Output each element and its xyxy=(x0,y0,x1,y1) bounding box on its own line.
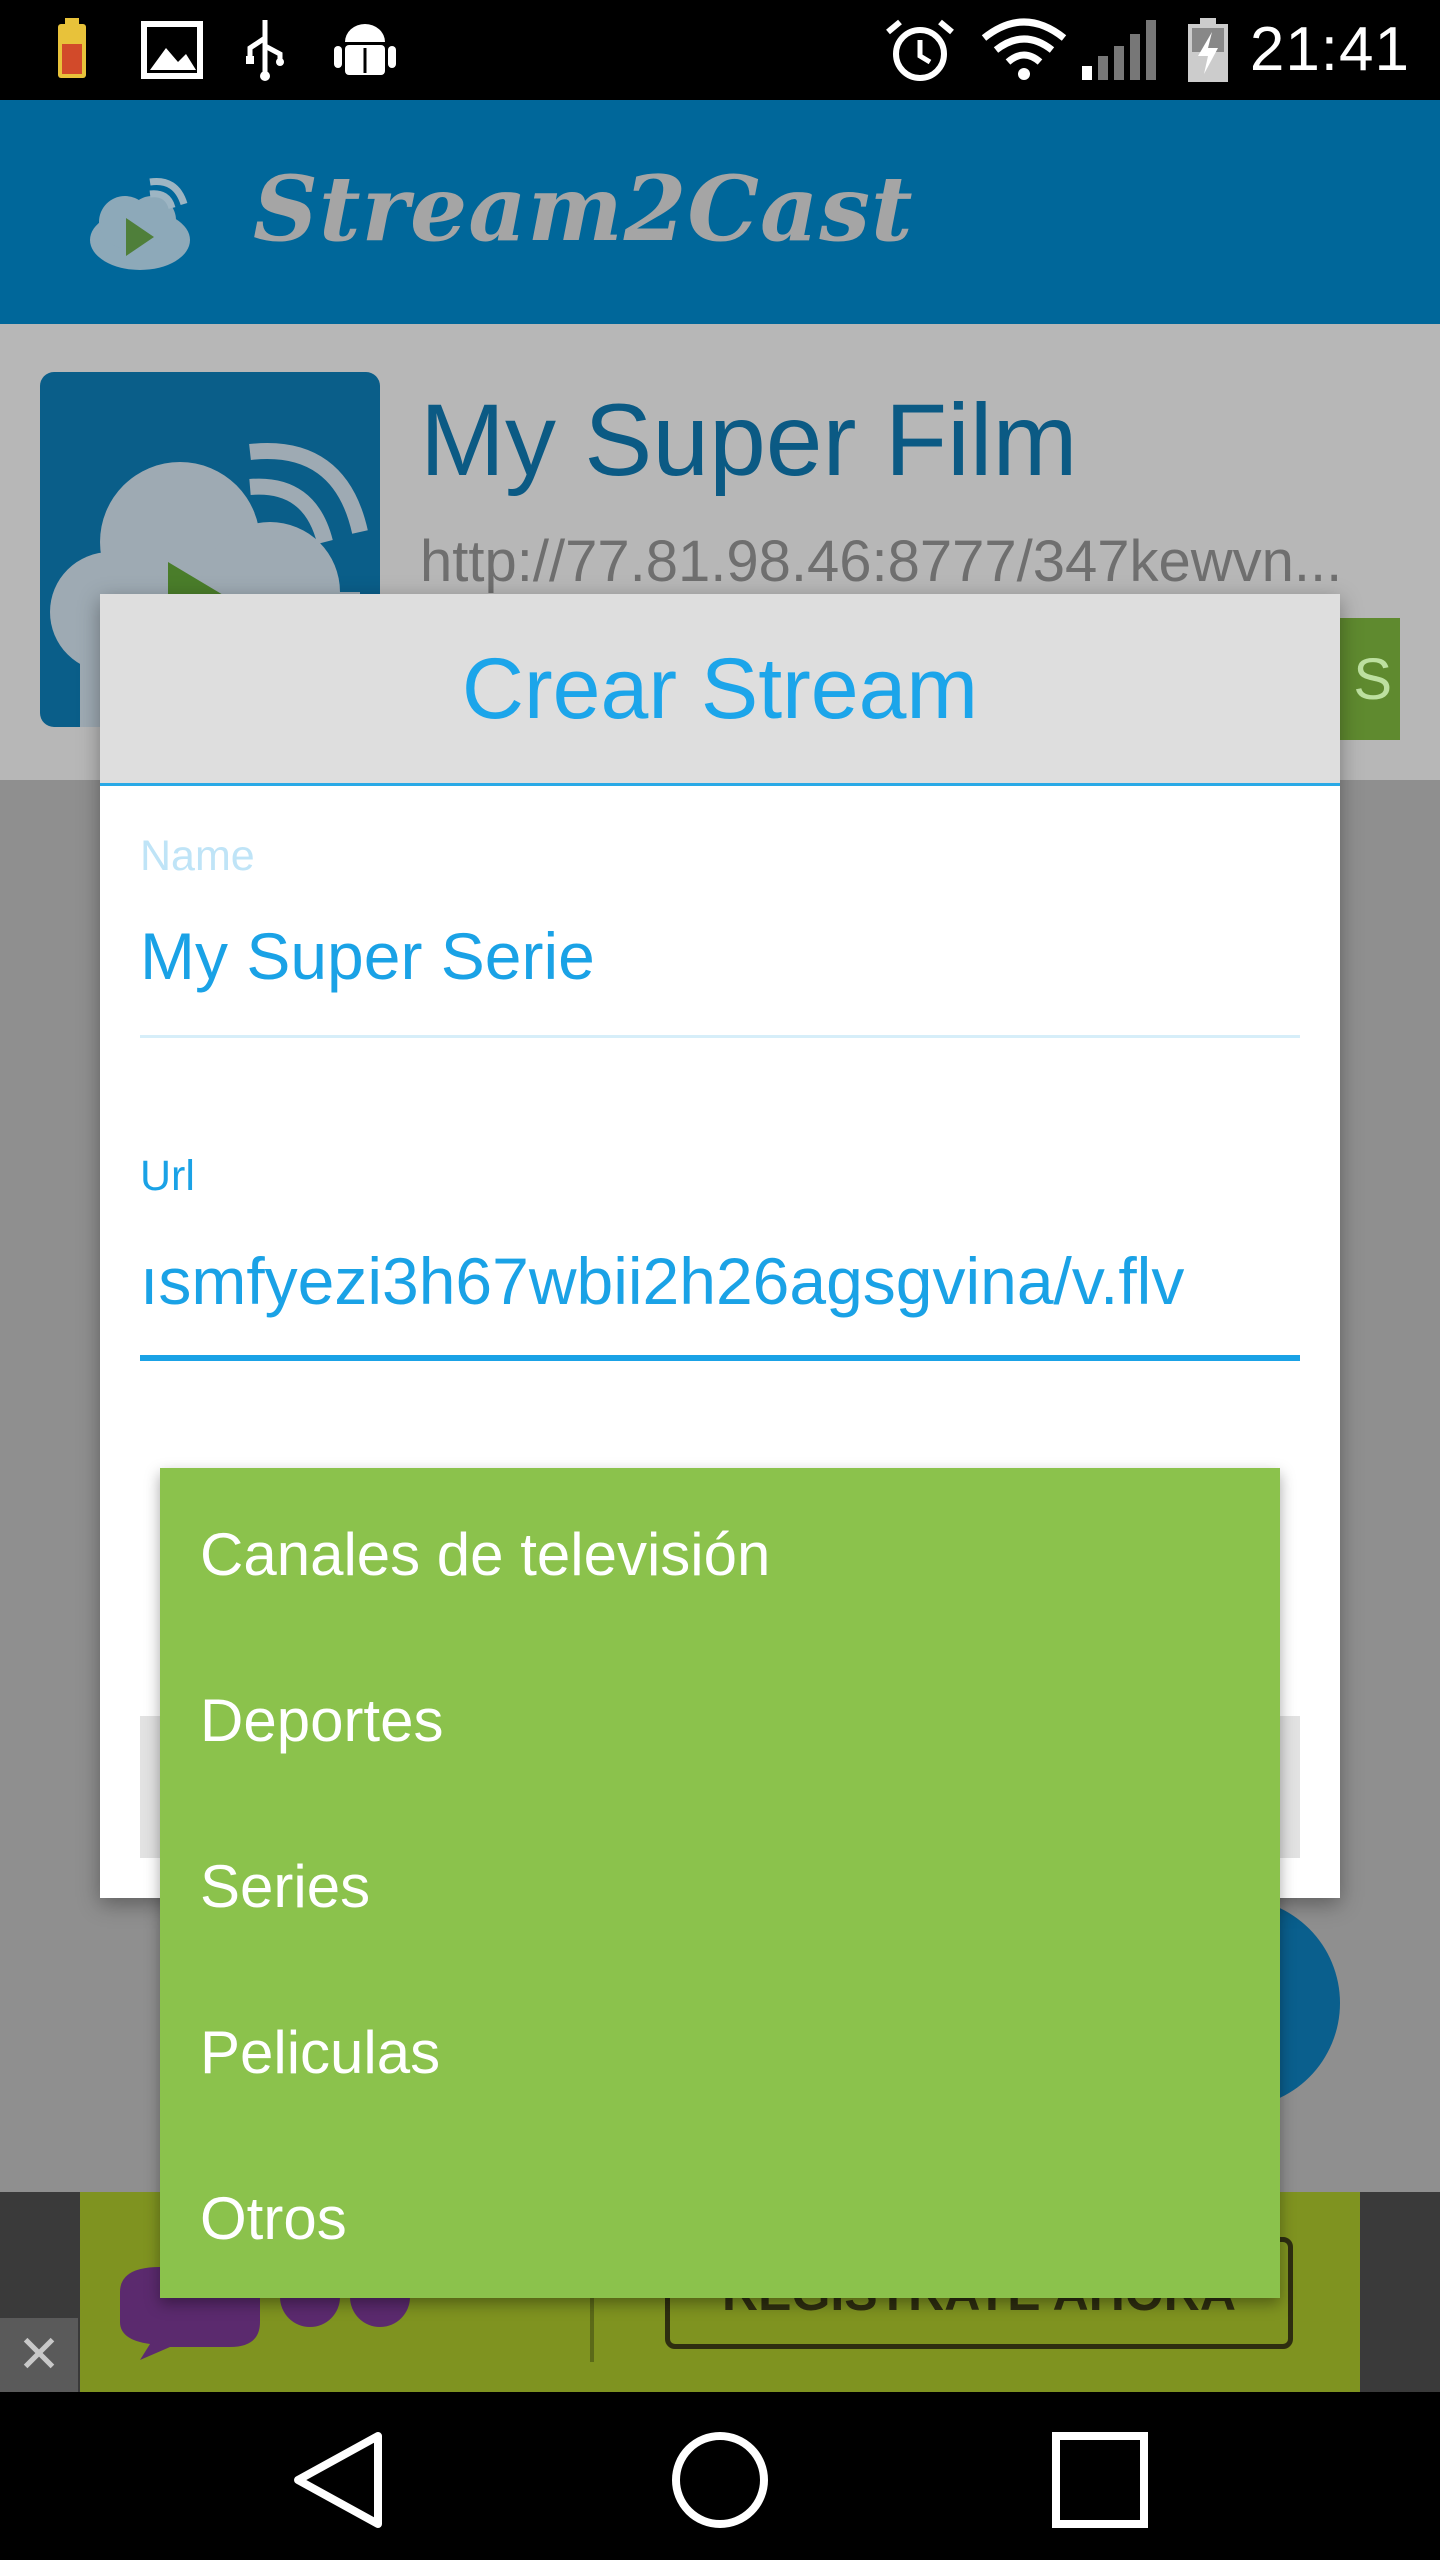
status-bar: 21:41 xyxy=(0,0,1440,100)
category-chip-label: S xyxy=(1353,647,1392,712)
dropdown-option-series[interactable]: Series xyxy=(200,1852,370,1921)
name-input[interactable]: My Super Serie xyxy=(140,918,595,994)
ad-close-button[interactable]: ✕ xyxy=(0,2318,78,2392)
name-input-underline xyxy=(140,1035,1300,1038)
battery-charging-icon xyxy=(1188,18,1228,82)
back-icon[interactable] xyxy=(290,2430,386,2530)
stream-title: My Super Film xyxy=(420,383,1078,497)
url-input[interactable]: ısmfyezi3h67wbii2h26agsgvina/v.flv xyxy=(140,1243,1300,1319)
alarm-icon xyxy=(886,19,954,81)
clock: 21:41 xyxy=(1249,15,1410,84)
navigation-bar xyxy=(0,2392,1440,2560)
stream-url: http://77.81.98.46:8777/347kewvn... xyxy=(420,529,1343,594)
app-title: Stream2Cast xyxy=(253,156,914,262)
dropdown-option-deportes[interactable]: Deportes xyxy=(200,1686,443,1755)
cloud-play-cast-icon xyxy=(90,177,190,270)
battery-saver-icon xyxy=(58,18,86,78)
url-input-underline xyxy=(140,1355,1300,1361)
cell-signal-icon xyxy=(1082,20,1156,80)
url-label: Url xyxy=(140,1152,195,1200)
android-debug-icon xyxy=(334,24,396,75)
usb-icon xyxy=(246,20,284,81)
home-icon[interactable] xyxy=(670,2430,770,2530)
dropdown-option-canales[interactable]: Canales de televisión xyxy=(200,1520,770,1589)
image-notification-icon xyxy=(141,21,203,79)
wifi-icon xyxy=(981,18,1067,80)
recents-icon[interactable] xyxy=(1050,2430,1150,2530)
dialog-title: Crear Stream xyxy=(461,641,979,737)
name-label: Name xyxy=(140,832,255,880)
dropdown-option-peliculas[interactable]: Peliculas xyxy=(200,2018,440,2087)
dropdown-option-otros[interactable]: Otros xyxy=(200,2184,347,2253)
